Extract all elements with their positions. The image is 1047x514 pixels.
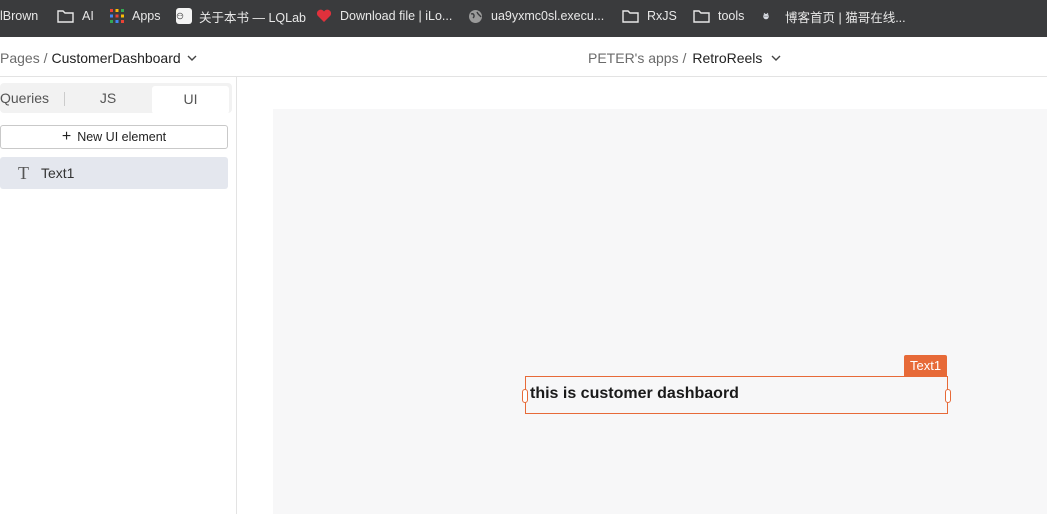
current-page-name: CustomerDashboard xyxy=(51,50,181,66)
bookmark-ai[interactable]: AI xyxy=(57,0,94,32)
bookmark-label: Download file | iLo... xyxy=(340,9,453,23)
chevron-down-icon xyxy=(771,55,781,61)
app-header: Pages / CustomerDashboard PETER's apps /… xyxy=(0,37,1047,77)
tab-queries[interactable]: Queries xyxy=(0,83,60,113)
bookmarks-bar: lBrown AI Apps 关于本书 — LQLab Download fil… xyxy=(0,0,1047,37)
sidebar-item-text1[interactable]: T Text1 xyxy=(0,157,228,189)
pages-prefix: Pages / xyxy=(0,50,48,66)
bookmark-lqlab[interactable]: 关于本书 — LQLab xyxy=(176,0,306,32)
folder-icon xyxy=(693,10,710,23)
new-ui-element-label: New UI element xyxy=(77,130,167,144)
chevron-down-icon xyxy=(187,55,197,61)
bookmark-apps[interactable]: Apps xyxy=(110,0,161,32)
bookmark-label: lBrown xyxy=(0,9,39,23)
bookmark-ua9yxmc0sl[interactable]: ua9yxmc0sl.execu... xyxy=(468,0,604,32)
tab-divider xyxy=(64,92,65,106)
bookmark-blog[interactable]: 博客首页 | 猫哥在线... xyxy=(762,0,906,32)
new-ui-element-button[interactable]: + New UI element xyxy=(0,125,228,149)
tab-js[interactable]: JS xyxy=(70,83,146,113)
bookmark-label: 关于本书 — LQLab xyxy=(199,10,306,25)
plus-icon: + xyxy=(61,128,72,145)
resize-handle-left[interactable] xyxy=(522,389,528,403)
bookmark-rxjs[interactable]: RxJS xyxy=(622,0,677,32)
resize-handle-right[interactable] xyxy=(945,389,951,403)
bookmark-label: tools xyxy=(718,9,745,23)
tab-label: Queries xyxy=(0,90,50,106)
folder-icon xyxy=(622,10,639,23)
tab-label: JS xyxy=(99,90,117,106)
text-widget[interactable]: this is customer dashbaord xyxy=(522,376,951,414)
sidebar-tabs: Queries JS UI xyxy=(0,83,232,114)
bookmark-label: Apps xyxy=(132,9,161,23)
text-type-icon: T xyxy=(18,162,29,183)
bookmark-label: ua9yxmc0sl.execu... xyxy=(491,9,605,23)
globe-icon xyxy=(469,9,482,23)
app-breadcrumb[interactable]: PETER's apps / RetroReels xyxy=(588,50,781,66)
bookmark-tools[interactable]: tools xyxy=(693,0,744,32)
sidebar: Queries JS UI + New UI element T Text1 xyxy=(0,77,237,514)
current-app-name: RetroReels xyxy=(692,50,763,66)
widget-name-tag[interactable]: Text1 xyxy=(904,355,948,376)
bookmark-lbrown[interactable]: lBrown xyxy=(0,0,38,32)
tab-label: UI xyxy=(183,91,198,107)
bookmark-label: RxJS xyxy=(647,9,677,23)
sidebar-item-label: Text1 xyxy=(41,165,75,181)
cat-favicon-icon xyxy=(762,8,778,24)
bookmark-label: AI xyxy=(82,9,94,23)
apps-prefix: PETER's apps / xyxy=(588,50,687,66)
bookmark-label: 博客首页 | 猫哥在线... xyxy=(785,10,906,25)
editor-canvas[interactable] xyxy=(273,109,1047,514)
tab-ui[interactable]: UI xyxy=(152,86,229,114)
apps-grid-icon xyxy=(110,9,124,23)
lqlab-favicon-icon xyxy=(176,8,192,24)
widget-text: this is customer dashbaord xyxy=(530,385,739,402)
heart-favicon-icon xyxy=(316,9,332,22)
page-breadcrumb[interactable]: Pages / CustomerDashboard xyxy=(0,50,197,66)
bookmark-download-file[interactable]: Download file | iLo... xyxy=(316,0,452,32)
folder-icon xyxy=(57,10,74,23)
